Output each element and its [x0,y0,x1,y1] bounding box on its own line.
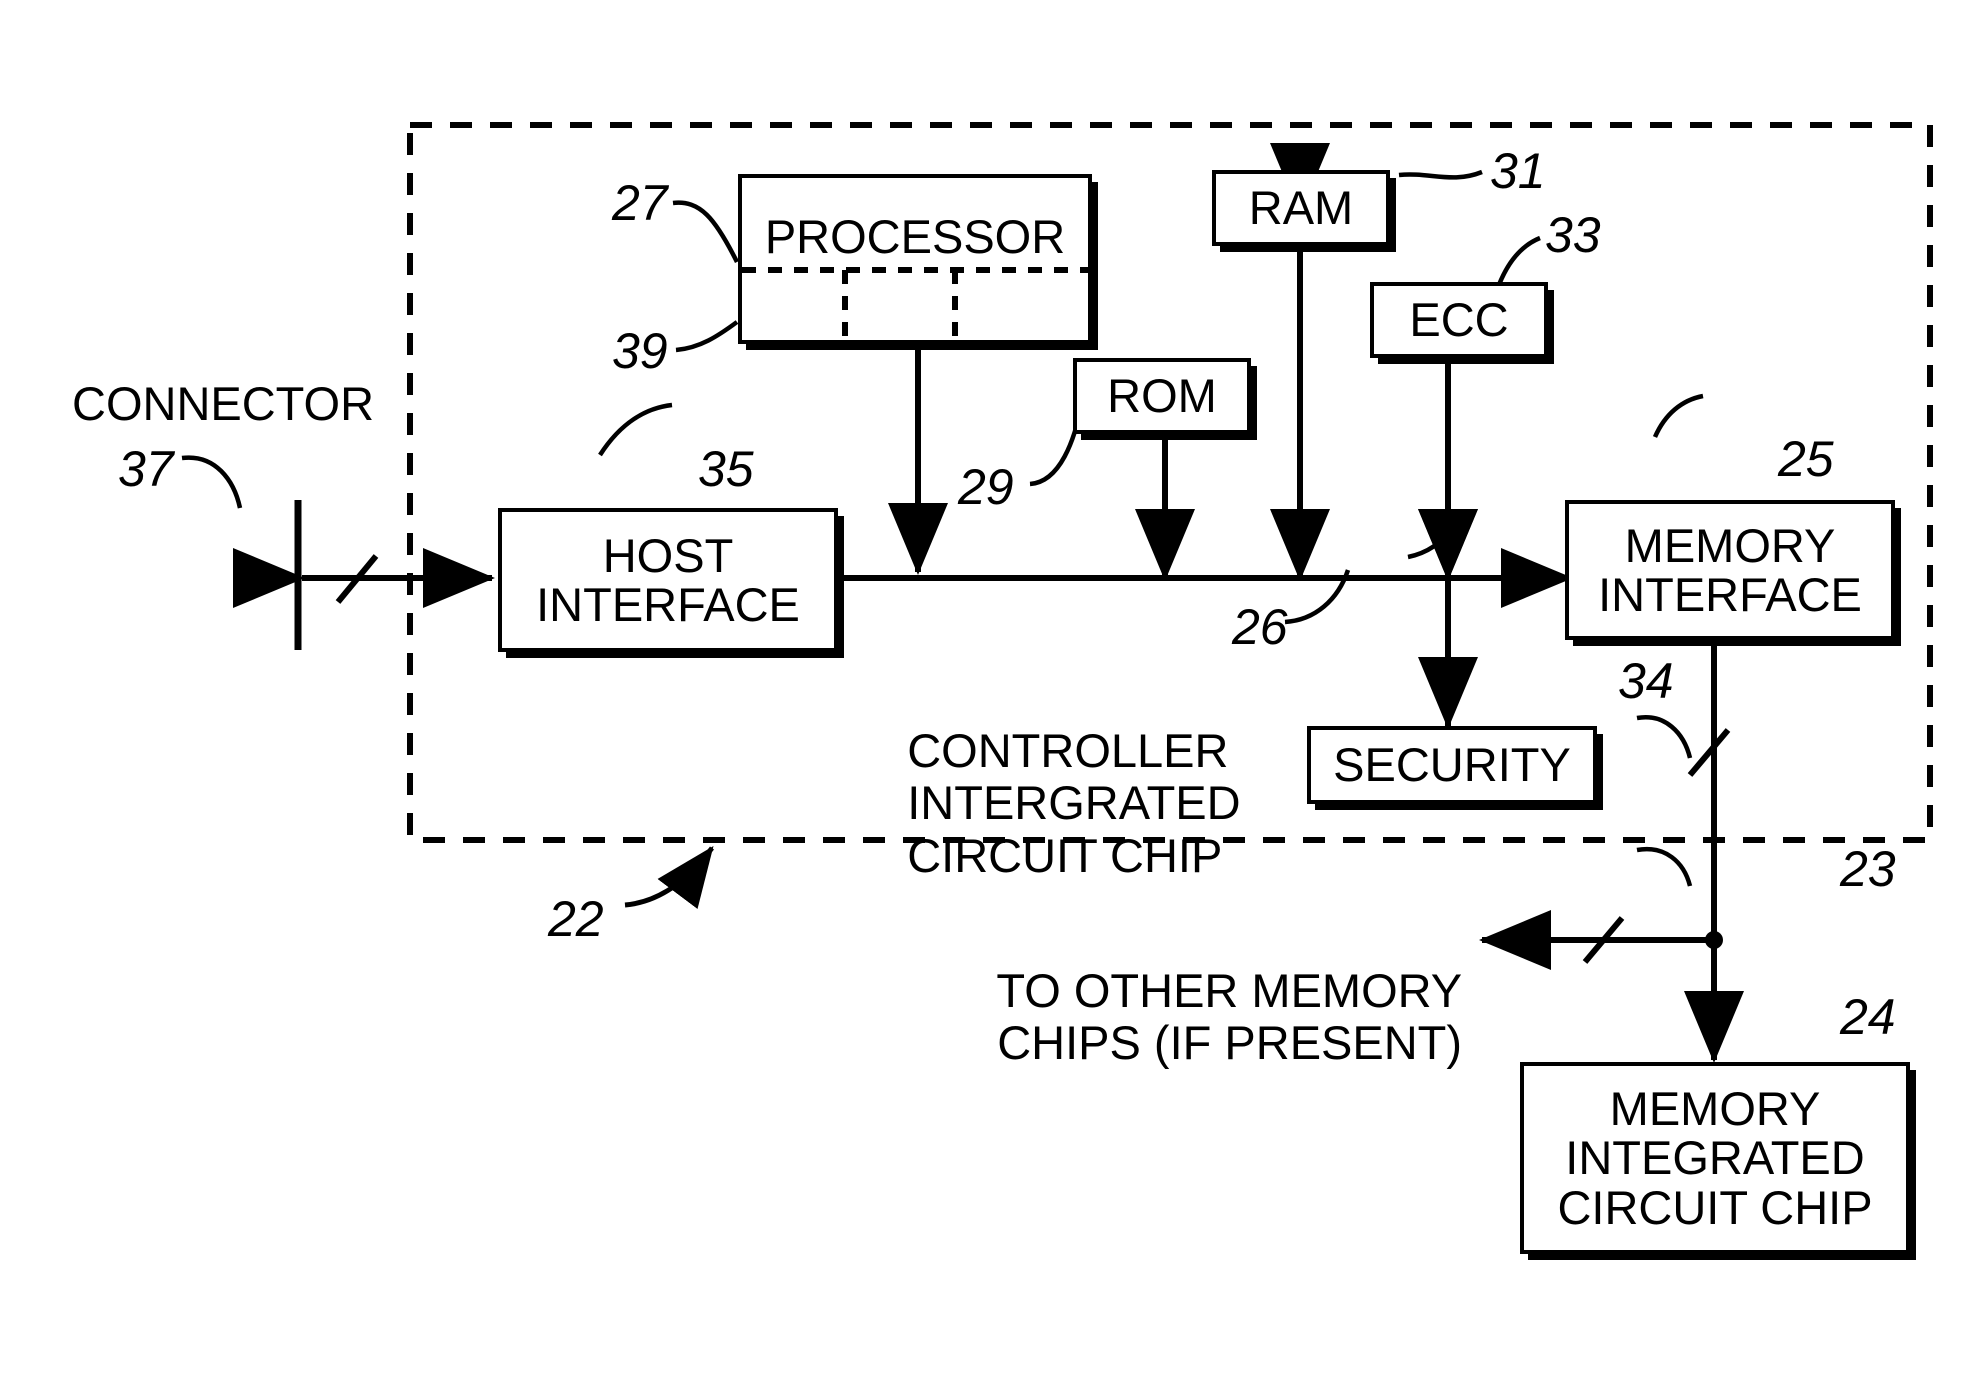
block-security[interactable]: SECURITY [1307,726,1597,804]
memory-interface-label-line2: INTERFACE [1598,568,1862,621]
other-chips-line2: CHIPS (IF PRESENT) [997,1016,1463,1070]
ref-25: 25 [1778,431,1834,487]
ref-35: 35 [698,441,754,497]
memory-chip-label-line3: CIRCUIT CHIP [1557,1180,1873,1234]
block-host-interface[interactable]: HOST INTERFACE [498,508,838,652]
controller-caption-line2: INTERGRATED [907,776,1241,830]
ref-29: 29 [958,459,1014,515]
controller-caption-line3: CIRCUIT CHIP [907,828,1223,882]
security-label: SECURITY [1333,738,1571,792]
other-chips-line1: TO OTHER MEMORY [996,963,1463,1017]
ref-34: 34 [1618,653,1674,709]
controller-caption-line1: CONTROLLER [907,723,1229,777]
ref-31: 31 [1490,143,1546,199]
ref-39: 39 [612,323,668,379]
ref-22: 22 [548,891,604,947]
ref-37: 37 [118,441,174,497]
ref-27: 27 [612,175,668,231]
leader-24 [1636,846,1693,887]
ref-24: 24 [1840,989,1896,1045]
ref-26: 26 [1232,599,1288,655]
leader-35 [598,402,673,457]
memory-chip-label-line2: INTEGRATED [1565,1131,1865,1185]
memory-chip-label-line1: MEMORY [1609,1081,1821,1135]
leader-27 [672,200,740,264]
leader-22 [624,846,714,909]
ecc-label: ECC [1409,293,1509,347]
memory-bus-slash [1687,728,1731,777]
processor-label: PROCESSOR [764,210,1066,264]
host-interface-label-line1: HOST [602,528,734,582]
host-interface-label-line2: INTERFACE [536,578,800,631]
other-memory-chips-note: TO OTHER MEMORY CHIPS (IF PRESENT) [945,912,1462,1123]
leader-31 [1398,169,1483,180]
rom-label: ROM [1107,369,1217,423]
leader-39 [675,320,739,353]
block-processor[interactable]: PROCESSOR [738,174,1092,344]
block-memory-chip[interactable]: MEMORY INTEGRATED CIRCUIT CHIP [1520,1062,1910,1254]
block-ecc[interactable]: ECC [1370,282,1548,358]
block-rom[interactable]: ROM [1073,358,1251,434]
leader-37 [181,455,243,509]
ref-23: 23 [1840,841,1896,897]
ref-33: 33 [1545,207,1601,263]
controller-chip-caption: CONTROLLER INTERGRATED CIRCUIT CHIP [855,672,1241,935]
connector-label: CONNECTOR [72,377,375,430]
memory-interface-label-line1: MEMORY [1624,518,1836,572]
leader-25 [1652,393,1704,438]
block-ram[interactable]: RAM [1212,170,1390,246]
ram-label: RAM [1248,181,1354,235]
block-memory-interface[interactable]: MEMORY INTERFACE [1565,500,1895,640]
leader-23 [1636,714,1693,759]
patent-figure-canvas: PROCESSOR RAM ROM ECC HOST INTERFACE MEM… [0,0,1973,1385]
